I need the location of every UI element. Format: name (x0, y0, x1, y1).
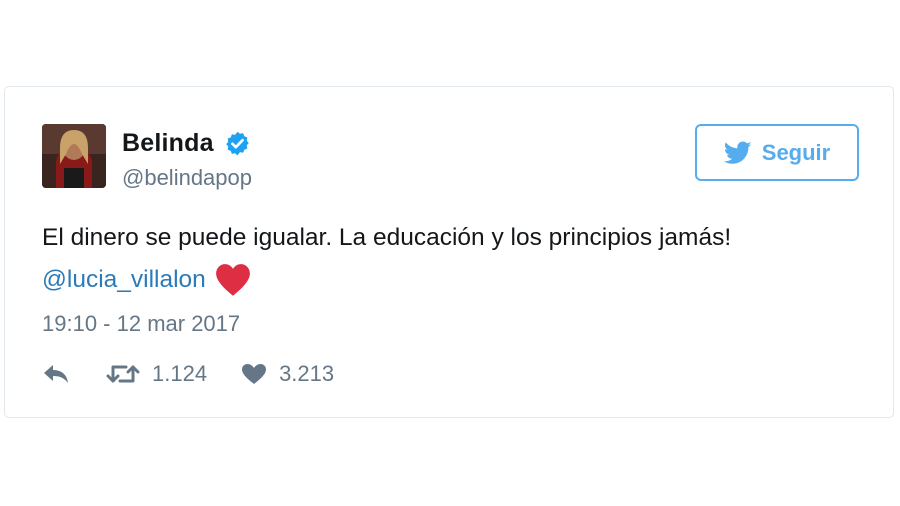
tweet-card: Belinda @belindapop Seguir El dinero se … (4, 86, 894, 418)
tweet-actions: 1.124 3.213 (42, 359, 334, 389)
avatar-photo-icon (42, 124, 106, 188)
tweet-text: El dinero se puede igualar. La educación… (42, 224, 732, 251)
avatar[interactable] (42, 124, 106, 188)
red-heart-emoji-icon (215, 264, 250, 296)
retweet-button[interactable]: 1.124 (106, 361, 207, 387)
follow-button[interactable]: Seguir (695, 124, 859, 181)
retweet-icon (106, 365, 140, 383)
retweet-count: 1.124 (152, 361, 208, 386)
heart-icon (242, 364, 267, 384)
follow-button-label: Seguir (761, 139, 831, 165)
reply-icon (44, 365, 68, 383)
like-button[interactable]: 3.213 (241, 361, 334, 387)
verified-badge-icon (225, 131, 249, 155)
author-name-row: Belinda (122, 127, 251, 159)
author-handle[interactable]: @belindapop (122, 165, 252, 191)
mention-row: @lucia_villalon (42, 261, 252, 299)
author-name[interactable]: Belinda (122, 129, 214, 158)
reply-button[interactable] (42, 363, 70, 385)
tweet-timestamp[interactable]: 19:10 - 12 mar 2017 (42, 311, 240, 337)
mention-link[interactable]: @lucia_villalon (42, 266, 206, 294)
twitter-bird-icon (723, 140, 752, 164)
like-count: 3.213 (279, 361, 335, 386)
